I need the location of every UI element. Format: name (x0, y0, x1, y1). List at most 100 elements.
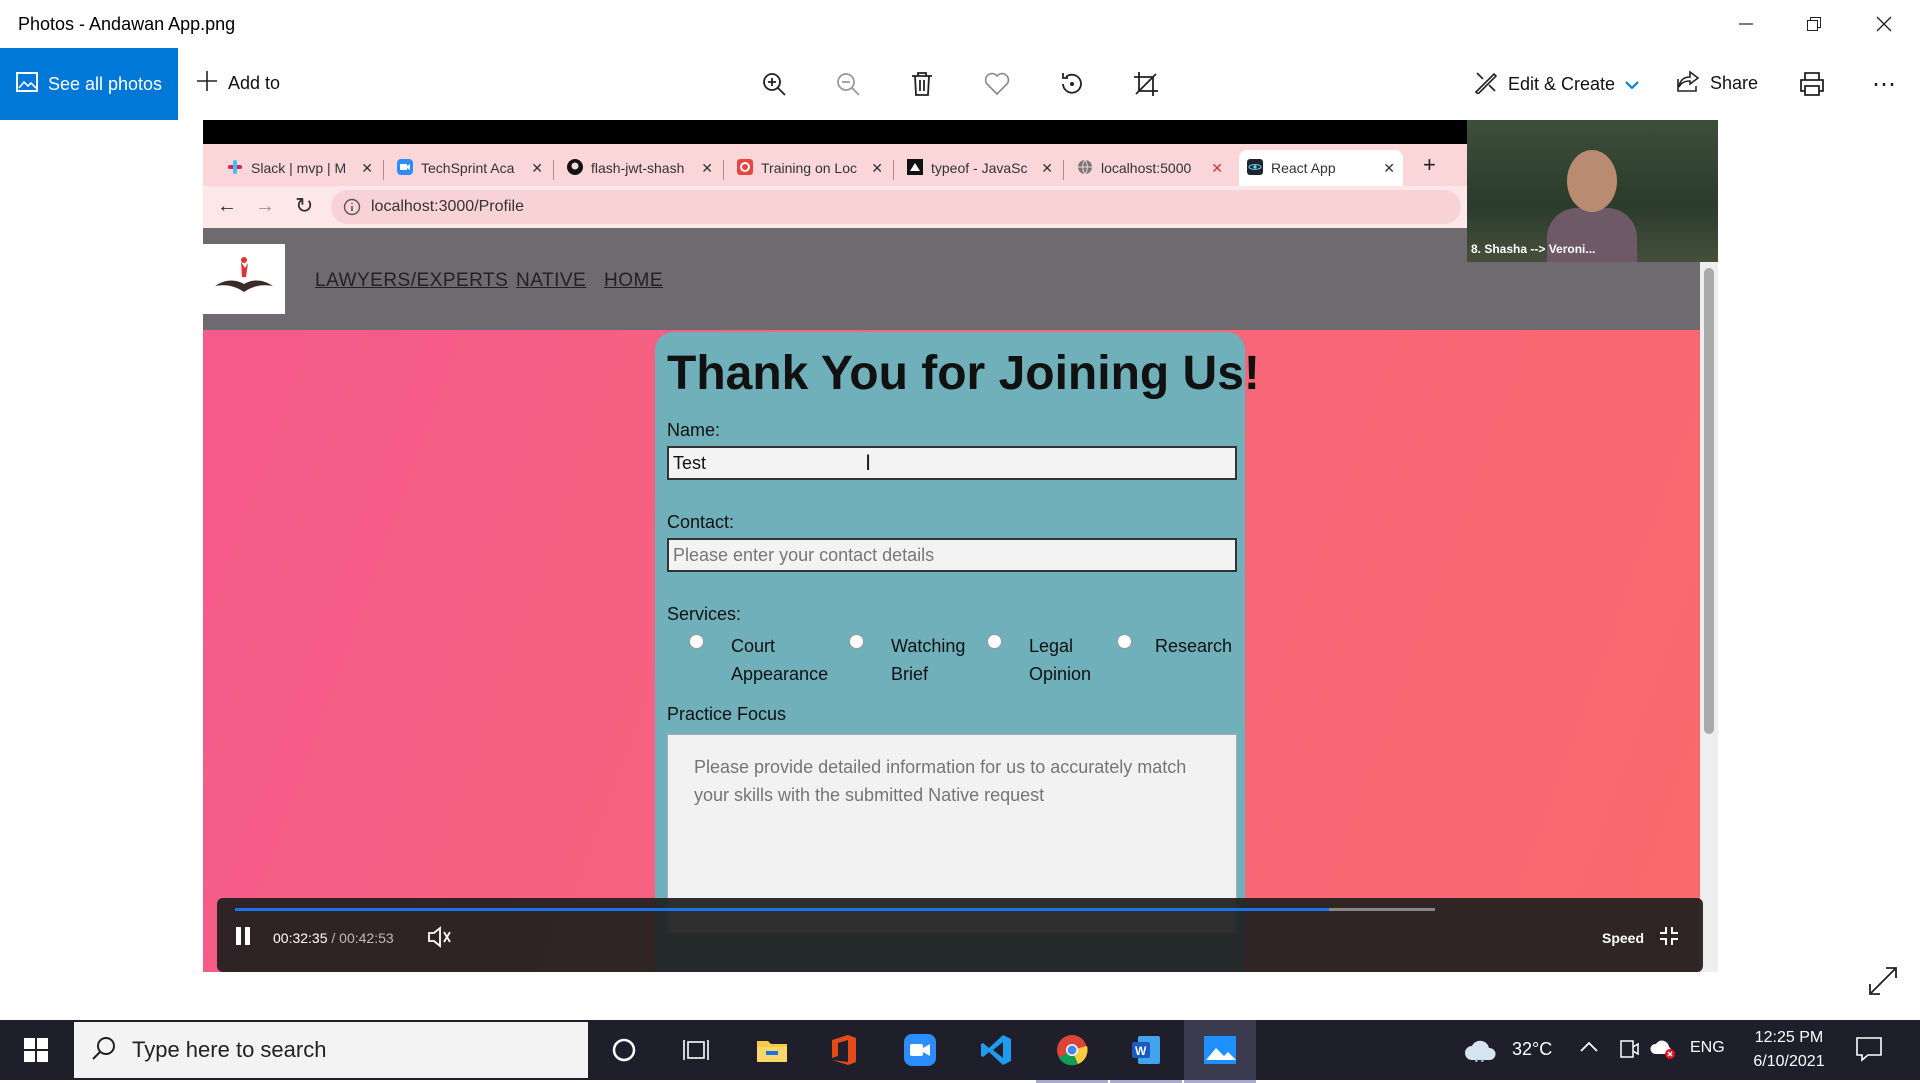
tab-close-icon[interactable]: ✕ (871, 160, 883, 177)
tab-close-icon[interactable]: ✕ (1383, 160, 1395, 177)
word-icon[interactable]: W (1110, 1020, 1182, 1083)
chrome-icon[interactable] (1036, 1020, 1108, 1083)
radio-legal-opinion[interactable] (987, 634, 1002, 649)
radio-label-line: Court (731, 636, 776, 656)
tab-label: typeof - JavaSc (931, 160, 1028, 176)
meet-now-icon[interactable] (1618, 1038, 1640, 1065)
react-icon (1247, 158, 1263, 178)
photos-toolbar: See all photos Add to Edit & Create Shar… (0, 48, 1920, 120)
tab-close-icon[interactable]: ✕ (701, 160, 713, 177)
add-to-label: Add to (228, 73, 281, 93)
share-icon (1676, 70, 1700, 97)
onedrive-error-icon[interactable] (1650, 1038, 1676, 1065)
office-icon[interactable] (808, 1020, 880, 1080)
share-button[interactable]: Share (1676, 70, 1758, 97)
start-button[interactable] (0, 1020, 72, 1080)
back-icon[interactable]: ← (217, 195, 237, 218)
language-indicator[interactable]: ENG (1690, 1039, 1725, 1057)
nav-link-native[interactable]: NATIVE (516, 270, 586, 292)
cortana-icon[interactable] (588, 1020, 660, 1080)
see-all-photos-button[interactable]: See all photos (0, 48, 178, 120)
tab-close-icon[interactable]: ✕ (1211, 160, 1223, 177)
tab-label: Training on Loc (761, 160, 857, 176)
clock[interactable]: 12:25 PM 6/10/2021 (1748, 1026, 1830, 1074)
edit-create-button[interactable]: Edit & Create (1474, 70, 1639, 99)
progress-track[interactable] (235, 908, 1435, 911)
browser-tab-active[interactable]: React App ✕ (1239, 150, 1403, 186)
scrollbar-thumb[interactable] (1704, 268, 1714, 734)
address-bar[interactable]: localhost:3000/Profile (331, 190, 1461, 224)
name-label: Name: (667, 420, 721, 440)
vscode-icon[interactable] (960, 1020, 1032, 1080)
current-time: 00:32:35 (273, 930, 328, 946)
browser-tab[interactable]: Training on Loc ✕ (729, 150, 891, 186)
speed-button[interactable]: Speed (1602, 930, 1644, 946)
zoom-icon[interactable] (884, 1020, 956, 1080)
tab-label: Slack | mvp | M (251, 160, 347, 176)
add-to-button[interactable]: Add to (196, 70, 280, 97)
new-tab-icon[interactable]: + (1423, 152, 1436, 178)
tab-close-icon[interactable]: ✕ (361, 160, 373, 177)
time-separator: / (331, 930, 336, 946)
taskbar-search[interactable]: Type here to search (74, 1022, 588, 1078)
progress-fill (235, 908, 1330, 911)
forward-icon[interactable]: → (255, 195, 275, 218)
tab-label: localhost:5000 (1101, 160, 1192, 176)
restore-icon[interactable] (1780, 0, 1848, 48)
nav-link-home[interactable]: HOME (604, 270, 663, 292)
more-options-icon[interactable]: ⋯ (1862, 62, 1906, 106)
minimize-icon[interactable] (1712, 0, 1780, 48)
volume-icon[interactable] (427, 926, 453, 953)
tab-separator (1063, 160, 1064, 180)
tab-separator (553, 160, 554, 180)
file-explorer-icon[interactable] (736, 1020, 808, 1080)
mdn-icon (907, 158, 923, 178)
tab-separator (893, 160, 894, 180)
radio-research[interactable] (1117, 634, 1132, 649)
radio-court-appearance[interactable] (689, 634, 704, 649)
zoom-in-icon[interactable] (752, 62, 796, 106)
app-logo[interactable] (203, 244, 285, 314)
expand-icon[interactable] (1868, 966, 1898, 1001)
radio-label-line: Watching (891, 636, 966, 656)
weather-temp[interactable]: 32°C (1512, 1039, 1552, 1060)
browser-tab[interactable]: flash-jwt-shash ✕ (559, 150, 721, 186)
heart-icon[interactable] (975, 62, 1019, 106)
notifications-icon[interactable] (1856, 1036, 1882, 1067)
radio-label-line: Appearance (731, 664, 829, 684)
browser-tab[interactable]: TechSprint Aca ✕ (389, 150, 551, 186)
clock-date: 6/10/2021 (1753, 1053, 1825, 1070)
practice-focus-label: Practice Focus (667, 704, 787, 724)
title-bar: Photos - Andawan App.png (0, 0, 1920, 48)
radio-watching-brief[interactable] (849, 634, 864, 649)
svg-text:W: W (1135, 1044, 1147, 1058)
exit-fullscreen-icon[interactable] (1659, 926, 1679, 951)
task-view-icon[interactable] (660, 1020, 732, 1080)
close-icon[interactable] (1850, 0, 1918, 48)
photos-app-icon[interactable] (1184, 1020, 1256, 1083)
reload-icon[interactable]: ↻ (295, 193, 313, 219)
zoom-out-icon[interactable] (826, 62, 870, 106)
crop-icon[interactable] (1124, 62, 1168, 106)
browser-tab[interactable]: Slack | mvp | M ✕ (219, 150, 381, 186)
weather-cloud-icon[interactable] (1464, 1036, 1498, 1067)
pause-icon[interactable] (235, 926, 251, 951)
browser-tab[interactable]: typeof - JavaSc ✕ (899, 150, 1061, 186)
browser-tab[interactable]: localhost:5000 ✕ (1069, 150, 1231, 186)
print-icon[interactable] (1790, 62, 1834, 106)
info-icon (343, 198, 361, 221)
webcam-overlay: 8. Shasha --> Veroni... (1467, 120, 1718, 262)
delete-icon[interactable] (900, 62, 944, 106)
search-placeholder: Type here to search (132, 1037, 327, 1062)
radio-label-legal-opinion: Legal Opinion (1029, 632, 1091, 688)
contact-input[interactable] (667, 538, 1237, 572)
name-input[interactable] (667, 446, 1237, 480)
rotate-icon[interactable] (1050, 62, 1094, 106)
radio-label-watching-brief: Watching Brief (891, 632, 965, 688)
page-scrollbar[interactable] (1700, 260, 1718, 972)
tray-chevron-up-icon[interactable] (1580, 1036, 1598, 1057)
tab-label: flash-jwt-shash (591, 160, 685, 176)
tab-close-icon[interactable]: ✕ (1041, 160, 1053, 177)
tab-close-icon[interactable]: ✕ (531, 160, 543, 177)
nav-link-lawyers-experts[interactable]: LAWYERS/EXPERTS (315, 270, 508, 292)
